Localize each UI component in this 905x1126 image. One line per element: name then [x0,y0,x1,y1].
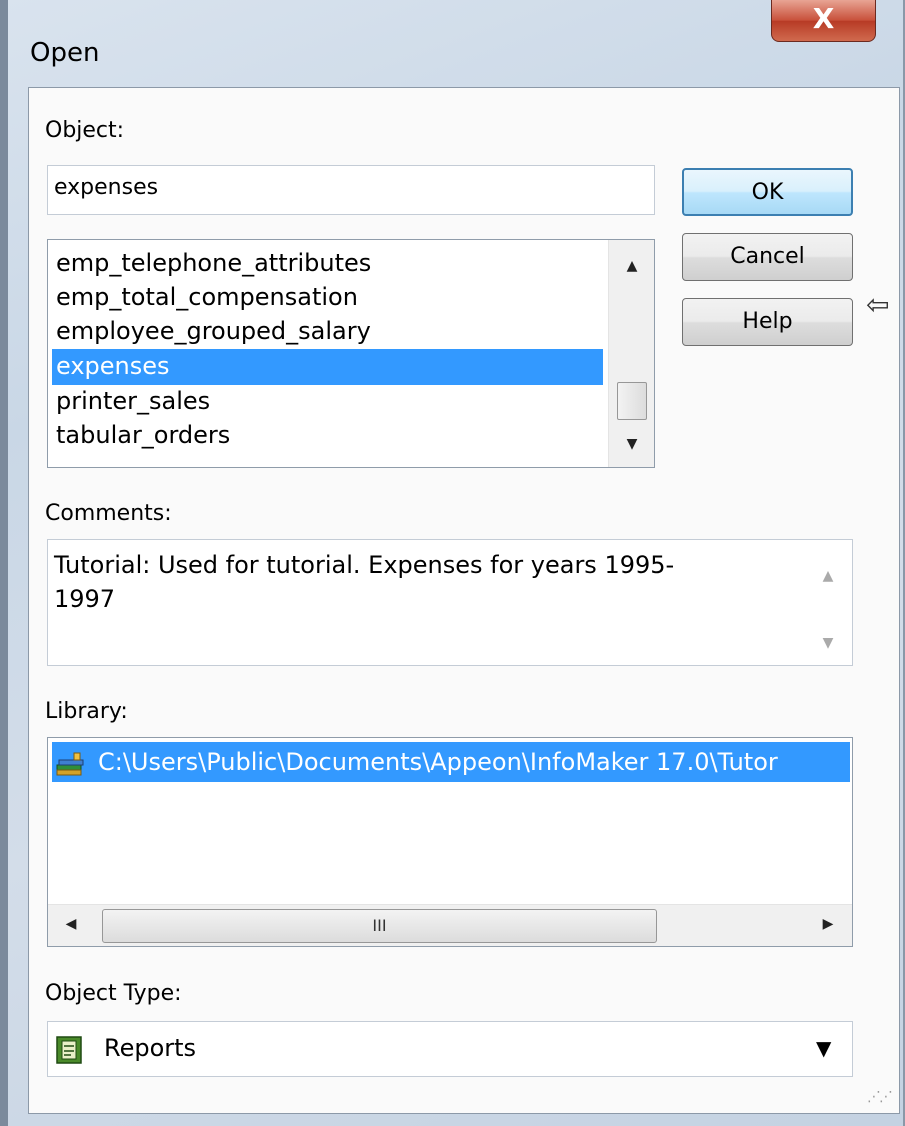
object-name-input[interactable]: expenses [47,165,655,215]
list-item[interactable]: employee_grouped_salary [52,314,603,350]
resize-grip-icon[interactable]: ⋰⋰ [867,1089,893,1105]
pointer-arrow-icon: ⇦ [866,288,890,321]
comments-box[interactable]: Tutorial: Used for tutorial. Expenses fo… [47,539,853,666]
library-path: C:\Users\Public\Documents\Appeon\InfoMak… [98,748,778,776]
dialog-title: Open [30,38,100,68]
list-item-selected[interactable]: expenses [52,349,603,385]
library-item-selected[interactable]: C:\Users\Public\Documents\Appeon\InfoMak… [52,742,850,782]
open-dialog: Open X Object: expenses emp_telephone_at… [0,0,905,1126]
library-hscrollbar[interactable]: ◀ III ▶ [48,904,852,946]
dropdown-arrow-icon[interactable]: ▼ [816,1036,831,1060]
scroll-down-arrow-icon[interactable]: ▼ [609,436,654,452]
object-type-value: Reports [104,1034,197,1062]
close-button[interactable]: X [771,0,876,42]
library-label: Library: [45,699,128,724]
report-icon [56,1036,82,1064]
window-border-left [0,0,8,1126]
scroll-up-arrow-icon[interactable]: ▲ [609,258,654,274]
comments-scroll-down-icon[interactable]: ▼ [808,635,848,651]
cancel-button[interactable]: Cancel [682,233,853,281]
scroll-left-arrow-icon[interactable]: ◀ [56,916,86,932]
object-name-value: expenses [54,175,159,200]
scroll-thumb[interactable] [617,382,647,420]
comments-text: Tutorial: Used for tutorial. Expenses fo… [54,548,674,616]
comments-scroll-up-icon[interactable]: ▲ [808,568,848,584]
object-label: Object: [45,118,125,143]
comments-line-2: 1997 [54,585,116,613]
comments-label: Comments: [45,501,172,526]
library-list[interactable]: C:\Users\Public\Documents\Appeon\InfoMak… [47,737,853,947]
help-button[interactable]: Help [682,298,853,346]
ok-button[interactable]: OK [682,168,853,216]
library-icon [56,749,88,776]
object-type-dropdown[interactable]: Reports ▼ [47,1021,853,1077]
list-item[interactable]: tabular_orders [52,418,603,454]
list-item[interactable]: emp_total_compensation [52,280,603,316]
list-item[interactable]: emp_telephone_attributes [52,246,603,282]
object-list[interactable]: emp_telephone_attributes emp_total_compe… [47,239,655,468]
scroll-right-arrow-icon[interactable]: ▶ [813,916,843,932]
object-type-label: Object Type: [45,981,182,1006]
object-list-scrollbar[interactable]: ▲ ▼ [608,240,654,467]
dialog-body: Object: expenses emp_telephone_attribute… [28,87,900,1114]
hscroll-thumb[interactable]: III [102,909,657,943]
comments-line-1: Tutorial: Used for tutorial. Expenses fo… [54,551,675,579]
list-item[interactable]: printer_sales [52,384,603,420]
